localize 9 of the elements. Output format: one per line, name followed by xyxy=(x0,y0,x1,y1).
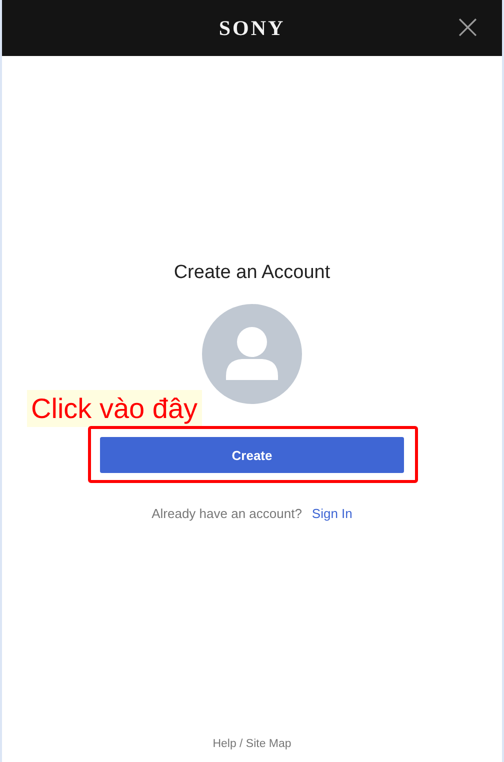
create-button[interactable]: Create xyxy=(100,437,404,473)
page-title: Create an Account xyxy=(174,262,330,284)
help-link[interactable]: Help / Site Map xyxy=(212,738,292,750)
avatar-icon xyxy=(202,304,302,404)
annotation-label: Click vào đây xyxy=(27,390,202,427)
sign-in-link[interactable]: Sign In xyxy=(312,506,352,521)
signin-prompt: Already have an account? xyxy=(152,506,302,521)
sony-logo: SONY xyxy=(218,16,286,40)
close-button[interactable]: × xyxy=(454,12,482,42)
